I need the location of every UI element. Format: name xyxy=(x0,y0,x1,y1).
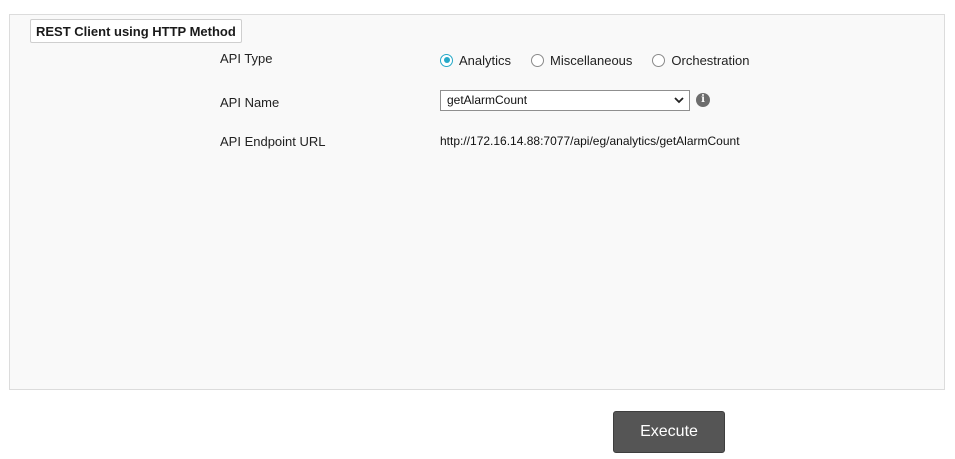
api-name-label: API Name xyxy=(220,95,280,110)
radio-option-analytics[interactable]: Analytics xyxy=(440,53,511,68)
radio-orchestration[interactable] xyxy=(652,53,666,67)
execute-button[interactable]: Execute xyxy=(613,411,725,453)
radio-analytics[interactable] xyxy=(440,53,453,67)
radio-label-orchestration: Orchestration xyxy=(671,52,750,68)
chevron-down-icon xyxy=(674,97,684,104)
api-type-label: API Type xyxy=(220,51,273,66)
panel-title: REST Client using HTTP Method xyxy=(30,19,242,43)
radio-option-miscellaneous[interactable]: Miscellaneous xyxy=(531,53,632,68)
api-name-selected-value: getAlarmCount xyxy=(447,93,528,107)
api-endpoint-label: API Endpoint URL xyxy=(220,134,326,149)
api-endpoint-url: http://172.16.14.88:7077/api/eg/analytic… xyxy=(440,134,740,148)
radio-label-miscellaneous: Miscellaneous xyxy=(550,52,633,68)
api-name-select[interactable]: getAlarmCount xyxy=(440,90,690,111)
radio-miscellaneous[interactable] xyxy=(531,53,545,67)
radio-label-analytics: Analytics xyxy=(459,52,512,68)
radio-option-orchestration[interactable]: Orchestration xyxy=(652,53,749,68)
rest-client-panel: REST Client using HTTP Method xyxy=(9,14,945,390)
api-type-radio-group: Analytics Miscellaneous Orchestration xyxy=(440,51,769,69)
info-icon[interactable]: i xyxy=(696,93,710,107)
